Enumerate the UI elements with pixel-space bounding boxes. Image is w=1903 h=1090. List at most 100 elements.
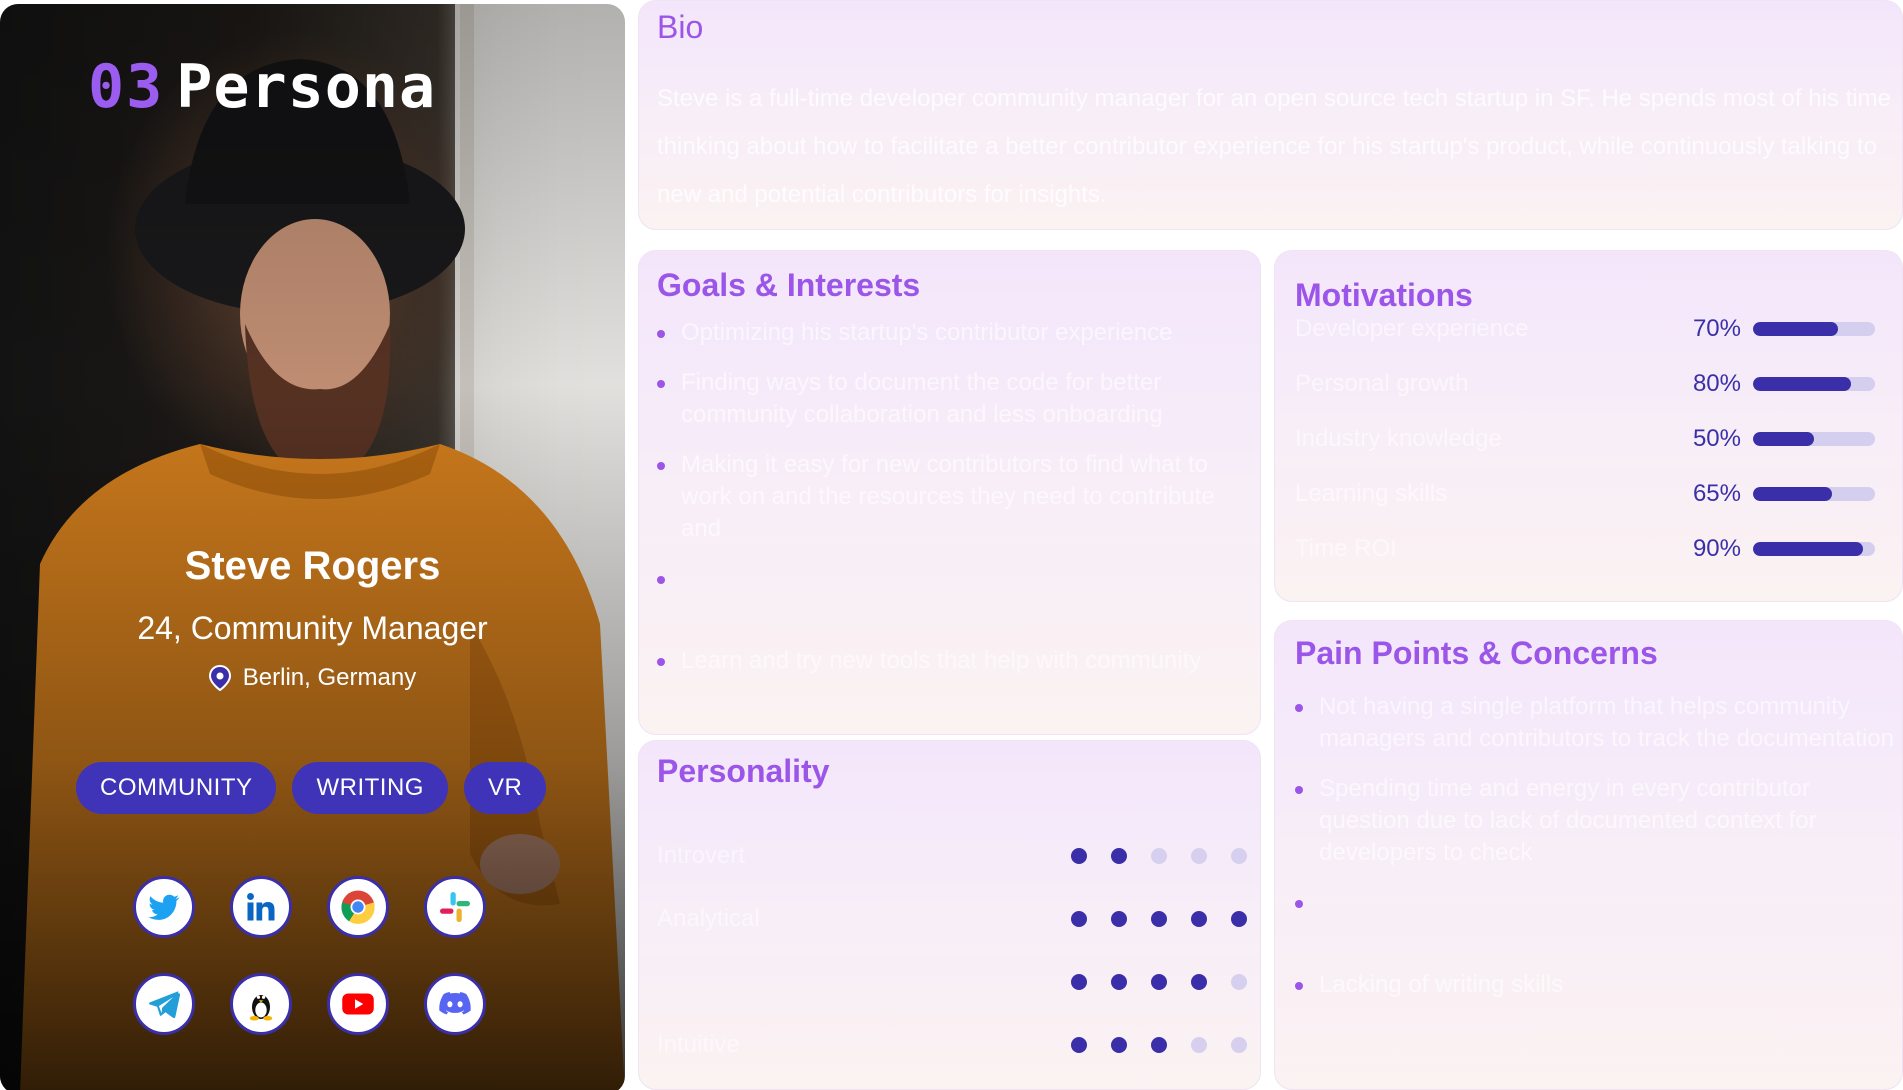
motivation-label: Developer experience (1295, 315, 1529, 342)
pain-points-list: Not having a single platform that helps … (1295, 691, 1895, 1033)
motivation-bar-fill (1753, 432, 1814, 446)
motivation-bar (1753, 432, 1875, 446)
motivation-percent: 50% (1692, 425, 1741, 452)
trait-dot-empty (1151, 848, 1167, 864)
trait-dot-filled (1071, 848, 1087, 864)
goals-title: Goals & Interests (657, 267, 921, 303)
motivations-card: Motivations Developer experience 70% Per… (1274, 250, 1903, 602)
trait-dot-filled (1111, 1037, 1127, 1053)
pain-item: Not having a single platform that helps … (1295, 691, 1895, 755)
goal-item (657, 563, 1247, 627)
motivation-bar (1753, 487, 1875, 501)
motivation-label: Learning skills (1295, 480, 1448, 507)
trait-dot-filled (1151, 911, 1167, 927)
motivation-bar-fill (1753, 377, 1851, 391)
profile-card: 03 Persona Steve Rogers 24, Community Ma… (0, 4, 625, 1090)
trait-dot-filled (1071, 1037, 1087, 1053)
trait-dot-filled (1191, 911, 1207, 927)
logo-word: Persona (176, 52, 437, 122)
persona-name: Steve Rogers (184, 544, 441, 588)
motivation-bar (1753, 542, 1875, 556)
trait-dot-filled (1111, 974, 1127, 990)
trait-label: Introvert (657, 842, 746, 869)
goal-item: Optimizing his startup's contributor exp… (657, 317, 1247, 349)
motivation-bar-fill (1753, 542, 1863, 556)
pain-item (1295, 887, 1895, 951)
trait-dot-empty (1191, 1037, 1207, 1053)
linkedin-icon[interactable] (230, 876, 292, 938)
pain-item: Lacking of writing skills (1295, 969, 1895, 1033)
trait-dot-empty (1231, 848, 1247, 864)
motivation-percent: 80% (1692, 370, 1741, 397)
persona-role: 24, Community Manager (137, 610, 488, 646)
motivation-row: Industry knowledge 50% (1295, 423, 1875, 455)
pain-item: Spending time and energy in every contri… (1295, 773, 1895, 869)
trait-dot-filled (1231, 911, 1247, 927)
logo: 03 Persona (88, 52, 436, 122)
tag-list: COMMUNITY WRITING VR (76, 762, 547, 814)
motivation-row: Learning skills 65% (1295, 478, 1875, 510)
trait-dot-filled (1111, 848, 1127, 864)
persona-location: Berlin, Germany (0, 664, 625, 692)
goals-list: Optimizing his startup's contributor exp… (657, 317, 1247, 709)
trait-dot-filled (1071, 974, 1087, 990)
trait-dots (1071, 848, 1247, 864)
trait-dot-empty (1191, 848, 1207, 864)
location-text: Berlin, Germany (242, 664, 417, 691)
motivation-percent: 70% (1692, 315, 1741, 342)
trait-row: Intuitive (657, 1030, 1247, 1060)
slack-icon[interactable] (424, 876, 486, 938)
trait-dot-filled (1191, 974, 1207, 990)
trait-label: Intuitive (657, 1031, 740, 1058)
pain-points-card: Pain Points & Concerns Not having a sing… (1274, 620, 1903, 1090)
goals-card: Goals & Interests Optimizing his startup… (638, 250, 1261, 735)
bio-text: Steve is a full-time developer community… (657, 85, 1891, 208)
tag-vr[interactable]: VR (463, 762, 547, 814)
telegram-icon[interactable] (133, 973, 195, 1035)
trait-dots (1071, 1037, 1247, 1053)
motivation-label: Industry knowledge (1295, 425, 1502, 452)
trait-dot-filled (1111, 911, 1127, 927)
tag-community[interactable]: COMMUNITY (76, 762, 277, 814)
location-pin-icon (208, 665, 231, 691)
bio-card: Bio Steve is a full-time developer commu… (638, 0, 1903, 230)
motivation-row: Time ROI 90% (1295, 533, 1875, 565)
trait-dot-filled (1151, 974, 1167, 990)
motivation-row: Developer experience 70% (1295, 313, 1875, 345)
trait-row: Analytical (657, 904, 1247, 934)
goal-item: Making it easy for new contributors to f… (657, 449, 1247, 545)
trait-dot-empty (1231, 974, 1247, 990)
personality-title: Personality (657, 753, 830, 789)
goal-item: Finding ways to document the code for be… (657, 367, 1247, 431)
motivation-label: Time ROI (1295, 535, 1397, 562)
linux-icon[interactable] (230, 973, 292, 1035)
motivation-bar-fill (1753, 487, 1833, 501)
discord-icon[interactable] (424, 973, 486, 1035)
motivations-title: Motivations (1295, 277, 1473, 313)
trait-dot-filled (1151, 1037, 1167, 1053)
logo-number: 03 (88, 52, 165, 122)
twitter-icon[interactable] (133, 876, 195, 938)
motivation-label: Personal growth (1295, 370, 1469, 397)
motivation-row: Personal growth 80% (1295, 368, 1875, 400)
bio-title: Bio (657, 9, 704, 45)
trait-row: Introvert (657, 841, 1247, 871)
tag-writing[interactable]: WRITING (292, 762, 448, 814)
motivation-bar (1753, 322, 1875, 336)
personality-card: Personality Introvert Analytical Intuiti… (638, 740, 1261, 1090)
trait-dots (1071, 911, 1247, 927)
trait-dot-empty (1231, 1037, 1247, 1053)
trait-label: Analytical (657, 905, 760, 932)
motivation-bar-fill (1753, 322, 1839, 336)
trait-dots (1071, 974, 1247, 990)
trait-row (657, 967, 1247, 997)
motivation-percent: 90% (1692, 535, 1741, 562)
pain-points-title: Pain Points & Concerns (1295, 635, 1658, 671)
motivation-percent: 65% (1692, 480, 1741, 507)
trait-dot-filled (1071, 911, 1087, 927)
motivation-bar (1753, 377, 1875, 391)
youtube-icon[interactable] (327, 973, 389, 1035)
chrome-icon[interactable] (327, 876, 389, 938)
social-links (133, 876, 486, 1035)
goal-item: Learn and try new tools that help with c… (657, 645, 1247, 709)
